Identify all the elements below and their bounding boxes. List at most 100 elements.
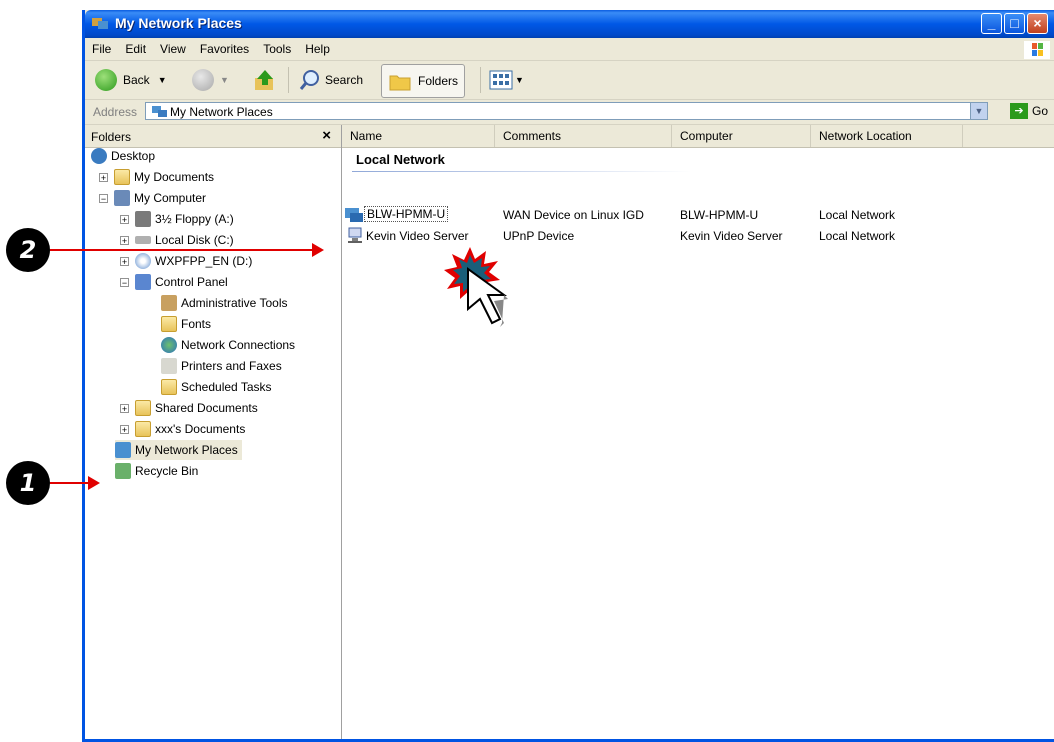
- back-label: Back: [123, 73, 150, 87]
- tree-item-admin-tools[interactable]: Administrative Tools: [161, 293, 288, 313]
- network-places-icon: [92, 18, 108, 29]
- control-panel-icon: [135, 274, 151, 290]
- tree-item-label: Desktop: [111, 149, 156, 163]
- standard-toolbar: Back ▼ ▼ Search Folders ▼: [85, 61, 1054, 100]
- item-location: Local Network: [819, 208, 896, 222]
- up-folder-button[interactable]: [253, 67, 277, 93]
- tree-item-recycle-bin[interactable]: Recycle Bin: [115, 461, 198, 481]
- list-item[interactable]: BLW-HPMM-U WAN Device on Linux IGD BLW-H…: [342, 205, 1054, 225]
- upnp-device-icon: [348, 227, 362, 243]
- address-dropdown-icon[interactable]: ▼: [970, 103, 987, 119]
- tree-item-label: 3½ Floppy (A:): [155, 212, 234, 226]
- tree-item-my-documents[interactable]: + My Documents: [99, 167, 214, 187]
- forward-arrow-icon: [192, 69, 214, 91]
- close-pane-icon[interactable]: ×: [322, 127, 331, 144]
- menu-view[interactable]: View: [153, 38, 193, 56]
- menu-edit[interactable]: Edit: [118, 38, 153, 56]
- expand-icon[interactable]: +: [120, 214, 129, 224]
- network-device-icon: [345, 208, 363, 222]
- tree-item-label: Network Connections: [181, 338, 296, 352]
- fonts-folder-icon: [161, 316, 177, 332]
- close-button[interactable]: ×: [1027, 13, 1048, 34]
- go-label: Go: [1031, 104, 1048, 118]
- explorer-window: My Network Places _ □ × File Edit View Favo…: [82, 10, 1054, 742]
- group-divider: [352, 171, 692, 172]
- disk-icon: [135, 236, 151, 244]
- folders-label: Folders: [418, 74, 459, 88]
- tree-item-label: Control Panel: [155, 275, 228, 289]
- chevron-down-icon[interactable]: ▼: [515, 75, 524, 85]
- tree-item-local-disk[interactable]: + Local Disk (C:): [120, 230, 234, 250]
- expand-icon[interactable]: +: [120, 256, 129, 266]
- tree-item-label: Recycle Bin: [135, 464, 199, 478]
- tree-item-shared-documents[interactable]: + Shared Documents: [120, 398, 258, 418]
- collapse-icon[interactable]: −: [99, 193, 108, 203]
- item-computer: Kevin Video Server: [680, 229, 783, 243]
- scheduled-tasks-icon: [161, 379, 177, 395]
- computer-icon: [114, 190, 130, 206]
- views-button[interactable]: ▼: [489, 67, 524, 93]
- column-comments[interactable]: Comments: [495, 125, 672, 147]
- go-arrow-icon: ➔: [1009, 103, 1028, 119]
- tree-item-fonts[interactable]: Fonts: [161, 314, 211, 334]
- chevron-down-icon[interactable]: ▼: [158, 75, 167, 85]
- expand-icon[interactable]: +: [99, 172, 108, 182]
- tree-item-desktop[interactable]: Desktop: [91, 146, 155, 166]
- back-button[interactable]: Back ▼: [95, 67, 167, 93]
- list-item[interactable]: Kevin Video Server UPnP Device Kevin Vid…: [342, 226, 1054, 246]
- step-1-badge: 1: [6, 461, 50, 505]
- tree-item-network-connections[interactable]: Network Connections: [161, 335, 295, 355]
- menu-favorites[interactable]: Favorites: [193, 38, 256, 56]
- step-2-arrow: [50, 249, 312, 251]
- folder-icon: [114, 169, 130, 185]
- column-name[interactable]: Name: [342, 125, 495, 147]
- toolbar-separator: [288, 67, 289, 93]
- column-computer[interactable]: Computer: [672, 125, 811, 147]
- admin-tools-icon: [161, 295, 177, 311]
- go-button[interactable]: ➔ Go: [1009, 103, 1048, 119]
- folders-pane-header: Folders ×: [85, 125, 341, 148]
- search-icon: [299, 70, 319, 90]
- collapse-icon[interactable]: −: [120, 277, 129, 287]
- tree-item-my-computer[interactable]: − My Computer: [99, 188, 206, 208]
- tree-item-my-network-places[interactable]: My Network Places: [115, 440, 242, 460]
- search-button[interactable]: Search: [299, 67, 363, 93]
- tree-item-label: Shared Documents: [155, 401, 258, 415]
- item-location: Local Network: [819, 229, 896, 243]
- column-header-bar: Name Comments Computer Network Location: [342, 125, 1054, 148]
- folders-pane: Folders × Desktop + My Documents − My Co…: [85, 125, 342, 739]
- folders-toggle-button[interactable]: Folders: [381, 64, 466, 98]
- tree-item-label: Fonts: [181, 317, 212, 331]
- tree-item-label: My Computer: [134, 191, 207, 205]
- forward-button[interactable]: ▼: [192, 67, 229, 93]
- tree-item-floppy[interactable]: + 3½ Floppy (A:): [120, 209, 234, 229]
- window-title: My Network Places: [115, 15, 242, 31]
- views-grid-icon: [489, 70, 513, 90]
- expand-icon[interactable]: +: [120, 424, 129, 434]
- network-connections-icon: [161, 337, 177, 353]
- folders-pane-title: Folders: [91, 130, 132, 144]
- step-1-arrowhead: [88, 476, 100, 490]
- menu-file[interactable]: File: [85, 38, 118, 56]
- minimize-button[interactable]: _: [981, 13, 1002, 34]
- address-field[interactable]: My Network Places ▼: [145, 102, 988, 120]
- menu-tools[interactable]: Tools: [256, 38, 298, 56]
- maximize-button[interactable]: □: [1004, 13, 1025, 34]
- expand-icon[interactable]: +: [120, 235, 129, 245]
- tree-item-scheduled-tasks[interactable]: Scheduled Tasks: [161, 377, 272, 397]
- tree-item-control-panel[interactable]: − Control Panel: [120, 272, 228, 292]
- item-name: Kevin Video Server: [366, 229, 469, 243]
- folder-icon: [135, 421, 151, 437]
- title-bar[interactable]: My Network Places _ □ ×: [85, 10, 1054, 38]
- chevron-down-icon[interactable]: ▼: [220, 75, 229, 85]
- address-label: Address: [93, 105, 138, 119]
- toolbar-separator: [480, 67, 481, 93]
- tree-item-printers[interactable]: Printers and Faxes: [161, 356, 282, 376]
- tree-item-user-documents[interactable]: + xxx's Documents: [120, 419, 245, 439]
- expand-icon[interactable]: +: [120, 403, 129, 413]
- column-network-location[interactable]: Network Location: [811, 125, 963, 147]
- menu-help[interactable]: Help: [298, 38, 337, 56]
- network-places-icon: [152, 106, 167, 117]
- back-arrow-icon: [95, 69, 117, 91]
- tree-item-cd-drive[interactable]: + WXPFPP_EN (D:): [120, 251, 252, 271]
